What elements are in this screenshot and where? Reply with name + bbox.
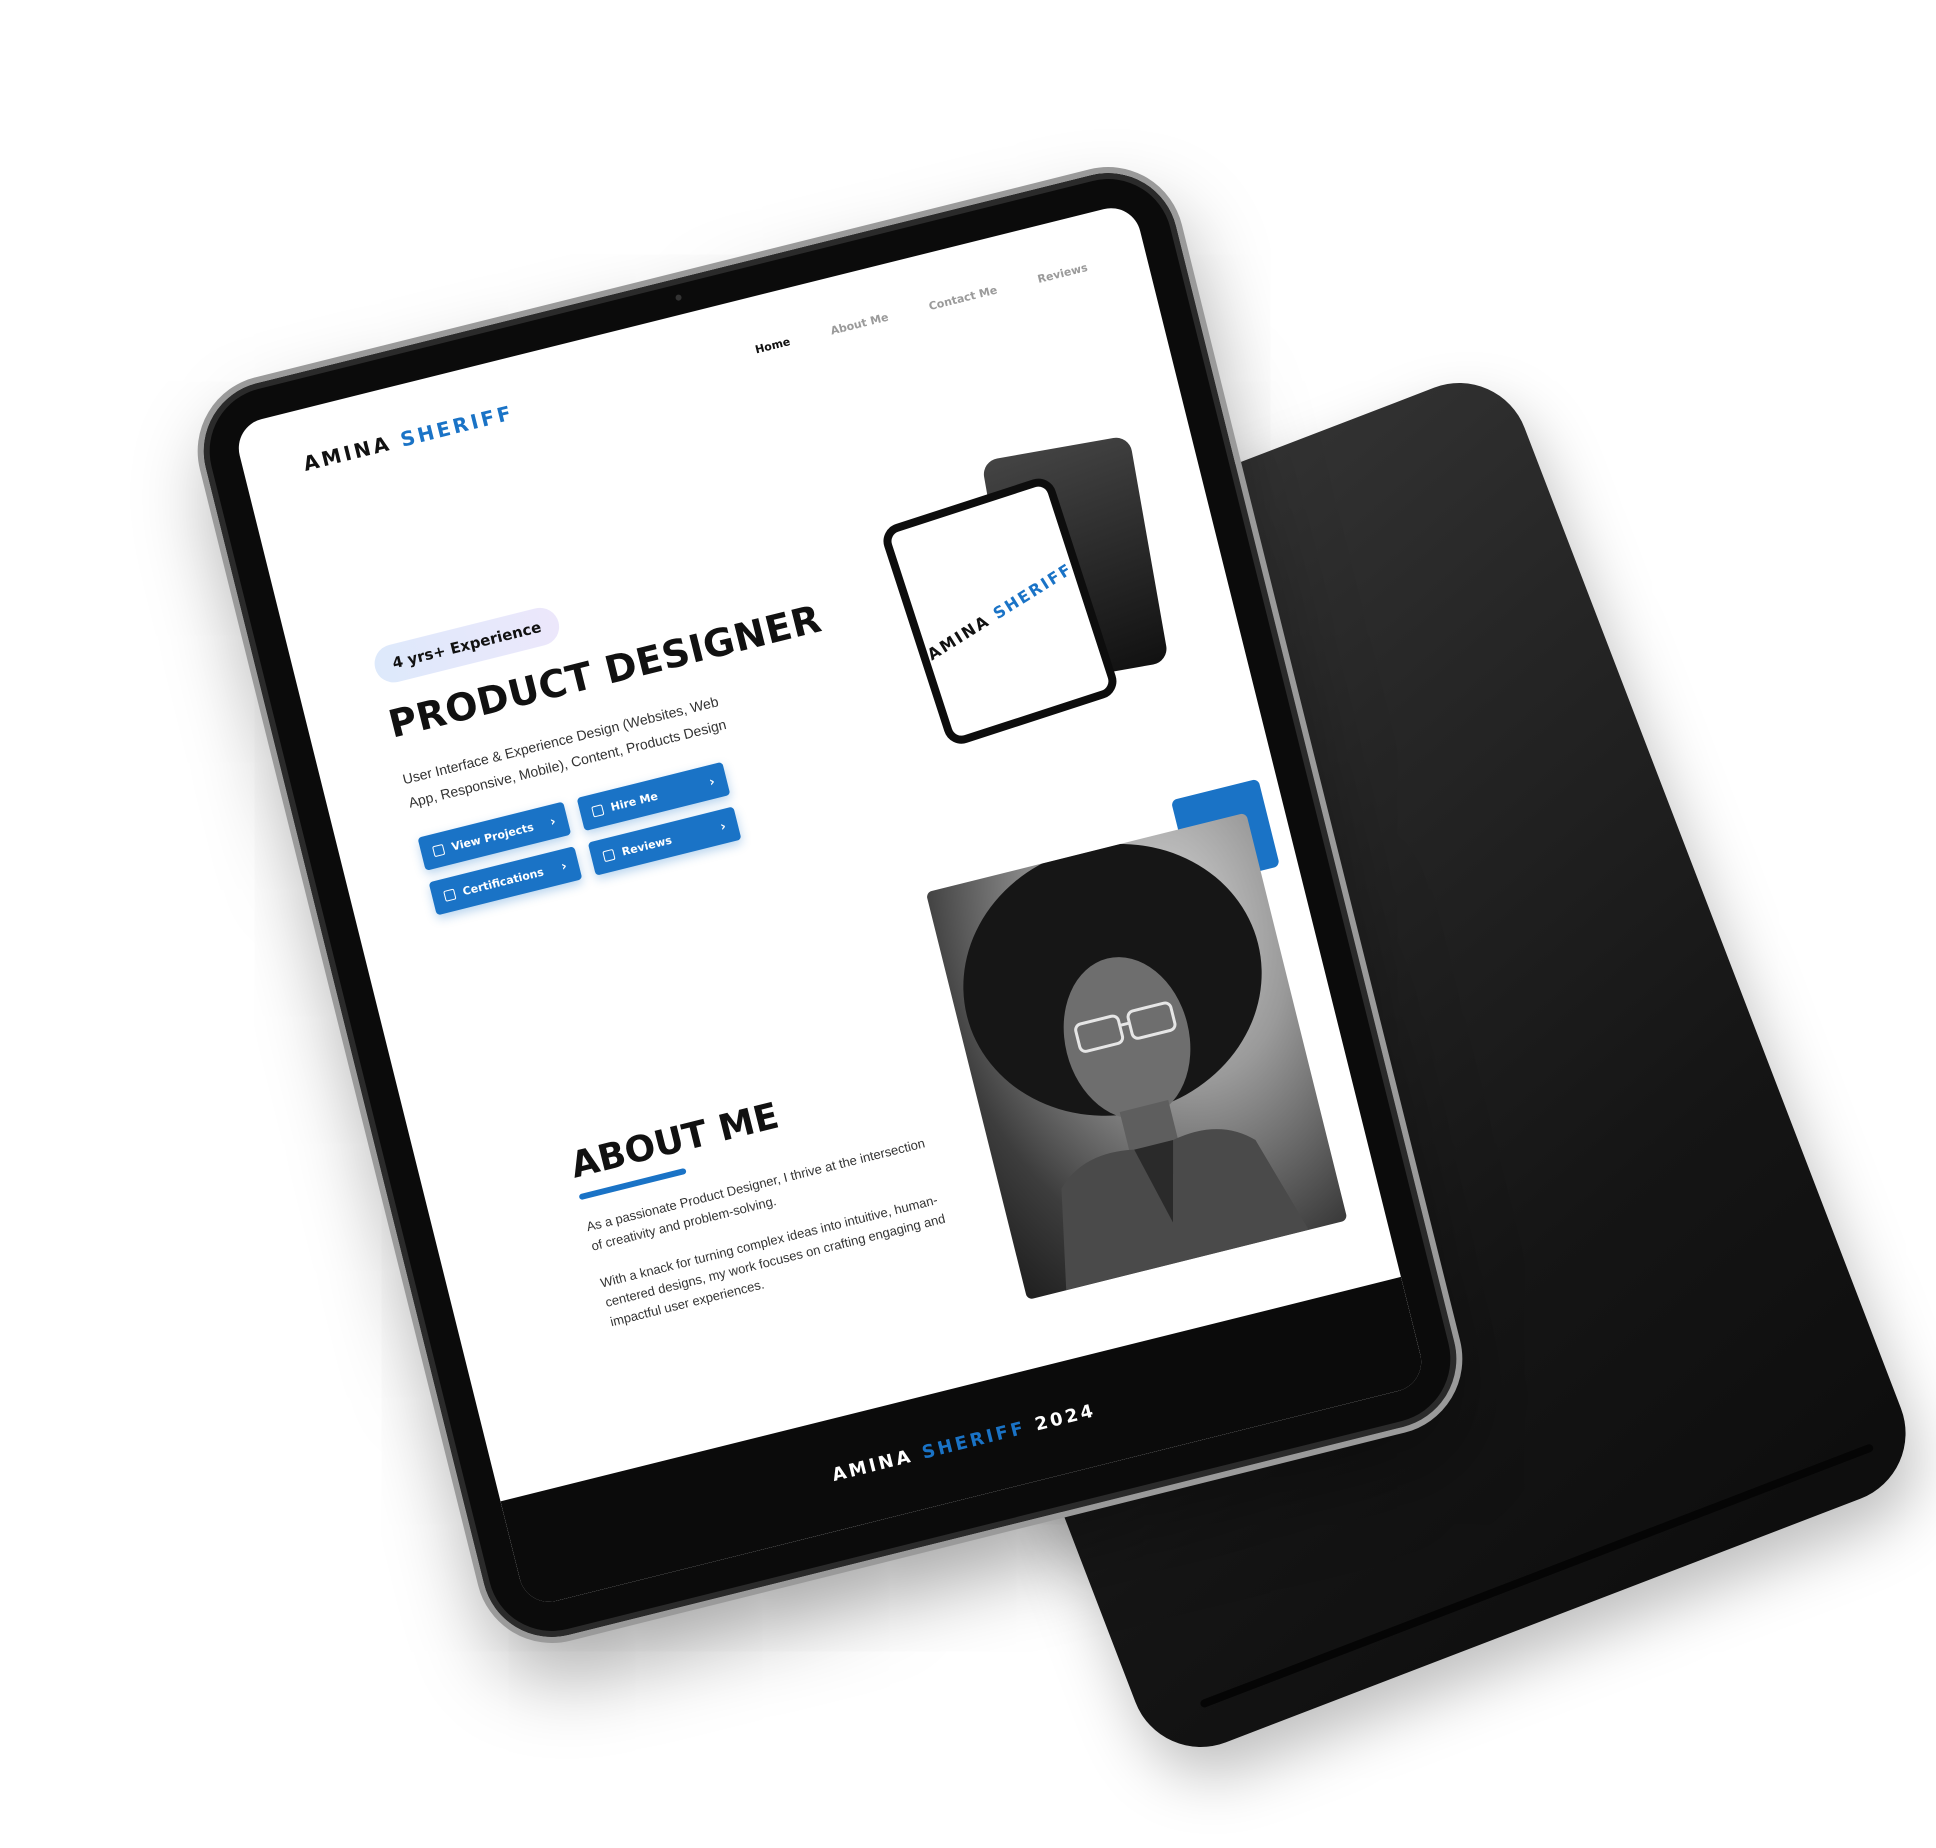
chevron-right-icon: › <box>548 813 558 830</box>
device-edge-line <box>1199 1443 1875 1709</box>
mini-brand-first: AMINA <box>923 610 994 664</box>
button-label: Reviews <box>620 833 674 859</box>
button-label: Hire Me <box>609 789 660 814</box>
tablet-device: AMINA SHERIFF Home About Me Contact Me R… <box>181 150 1479 1660</box>
reviews-icon <box>602 848 616 862</box>
mockup-stage: AMINA SHERIFF Home About Me Contact Me R… <box>0 0 1936 1848</box>
chevron-right-icon: › <box>718 818 728 835</box>
brand-logo[interactable]: AMINA SHERIFF <box>301 400 516 476</box>
chevron-right-icon: › <box>707 773 717 790</box>
footer-year: 2024 <box>1032 1399 1099 1435</box>
brand-first: AMINA <box>300 430 395 476</box>
hero-section: 4 yrs+ Experience PRODUCT DESIGNER User … <box>370 538 884 916</box>
mini-brand-logo: AMINA SHERIFF <box>924 559 1076 664</box>
button-content: Certifications <box>443 865 545 902</box>
button-content: Reviews <box>602 833 673 863</box>
hero-device-illustration: AMINA SHERIFF <box>858 424 1217 768</box>
portrait-block <box>925 778 1348 1300</box>
chevron-right-icon: › <box>559 858 569 875</box>
mini-brand-last: SHERIFF <box>989 558 1077 623</box>
footer-brand-last: SHERIFF <box>919 1417 1029 1464</box>
footer-brand-first: AMINA <box>829 1445 916 1486</box>
camera-icon <box>674 293 683 302</box>
about-section: ABOUT ME As a passionate Product Designe… <box>567 1060 966 1345</box>
button-label: Certifications <box>461 865 545 898</box>
main-nav: Home About Me Contact Me Reviews <box>754 261 1089 356</box>
button-content: Hire Me <box>591 789 659 818</box>
button-content: View Projects <box>431 820 535 858</box>
certificate-icon <box>443 888 457 902</box>
portrait-photo <box>925 812 1348 1300</box>
tablet-screen: AMINA SHERIFF Home About Me Contact Me R… <box>232 201 1428 1609</box>
portrait-illustration <box>963 843 1309 1291</box>
projects-icon <box>431 843 446 857</box>
nav-item-home[interactable]: Home <box>754 335 792 356</box>
button-label: View Projects <box>450 820 535 854</box>
brand-last: SHERIFF <box>397 400 517 452</box>
nav-item-reviews[interactable]: Reviews <box>1036 261 1089 286</box>
nav-item-contact-me[interactable]: Contact Me <box>927 283 998 313</box>
briefcase-icon <box>591 803 605 818</box>
nav-item-about-me[interactable]: About Me <box>829 311 890 338</box>
